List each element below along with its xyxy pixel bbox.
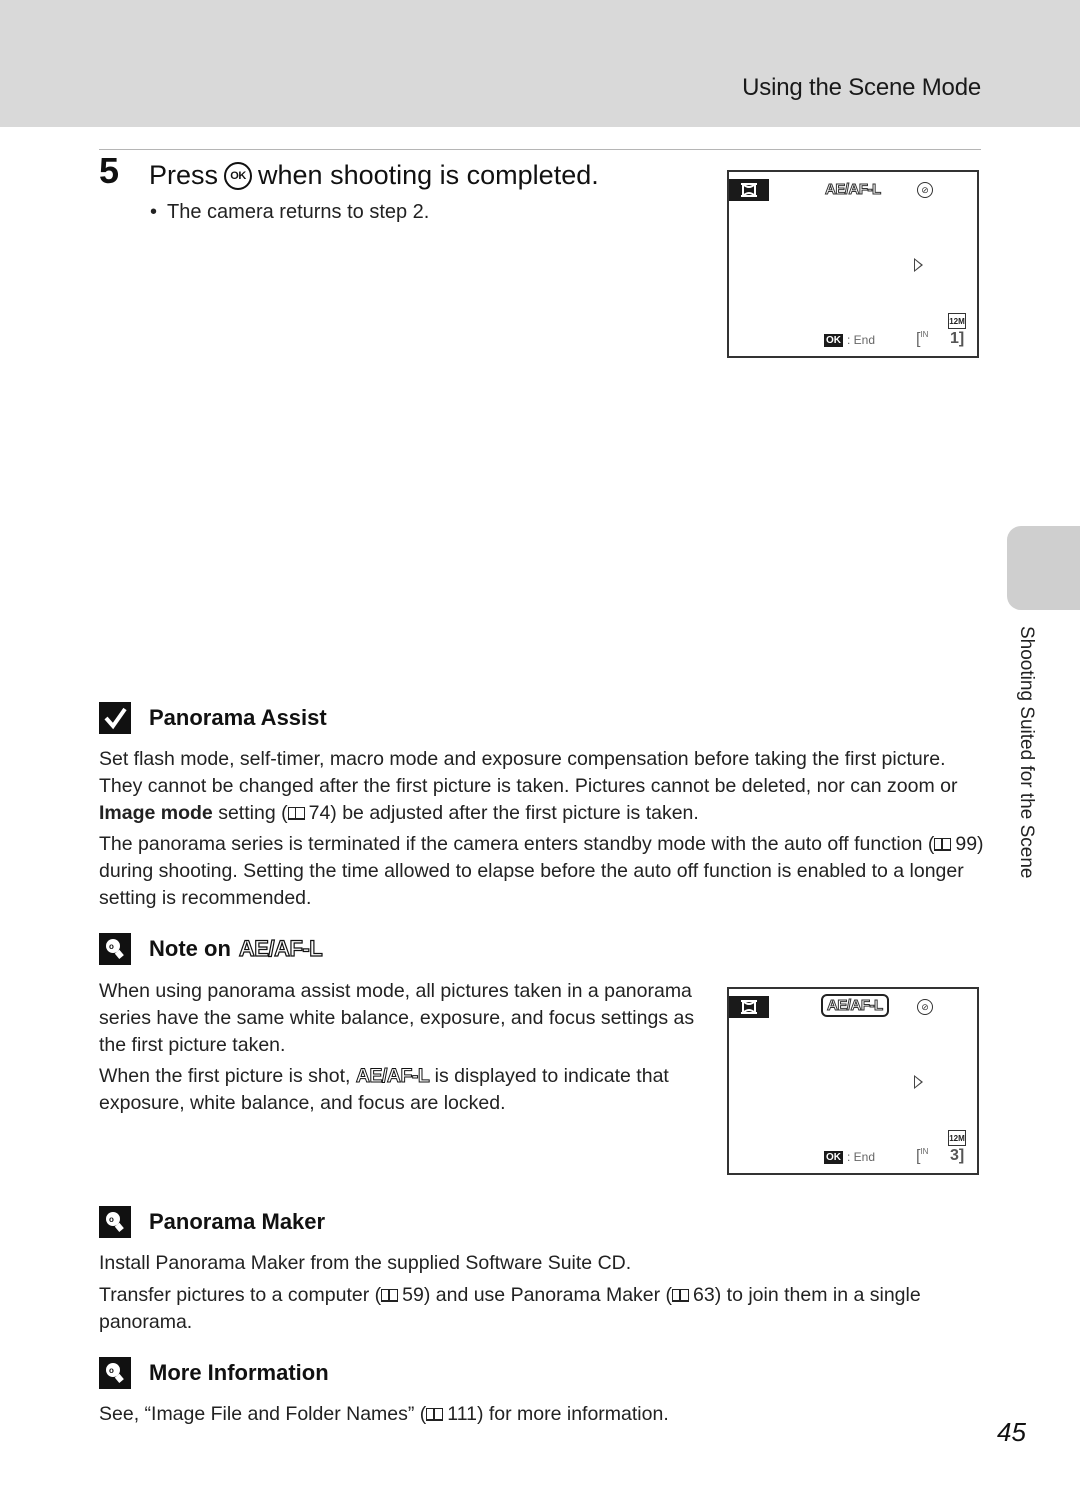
panorama-assist-para-2: The panorama series is terminated if the… bbox=[99, 833, 984, 909]
note-aeaf-heading: o Note on AE/AF-L bbox=[99, 933, 323, 965]
ok-end-hint: OK : End bbox=[824, 1150, 875, 1164]
book-reference-icon bbox=[381, 1289, 399, 1302]
step-bullet: • The camera returns to step 2. bbox=[150, 201, 429, 224]
panorama-assist-para-1: Set flash mode, self-timer, macro mode a… bbox=[99, 748, 958, 824]
panorama-assist-heading: Panorama Assist bbox=[99, 702, 327, 734]
ae-af-lock-indicator: AE/AF-L bbox=[825, 181, 882, 199]
chapter-tab bbox=[1007, 526, 1080, 610]
panorama-maker-para-2: Transfer pictures to a computer (59) and… bbox=[99, 1284, 921, 1333]
end-label: : End bbox=[847, 1150, 876, 1164]
more-info-para: See, “Image File and Folder Names” (111)… bbox=[99, 1403, 669, 1425]
image-size-icon: 12M bbox=[948, 313, 966, 329]
camera-screen-2: AE/AF-L ⊘ 12M OK : End [IN 3] bbox=[727, 987, 979, 1175]
header-band: Using the Scene Mode bbox=[0, 0, 1080, 127]
ae-af-lock-symbol: AE/AF-L bbox=[238, 935, 323, 961]
ok-icon: OK bbox=[824, 333, 843, 347]
section-title: Using the Scene Mode bbox=[742, 74, 981, 101]
image-size-icon: 12M bbox=[948, 1130, 966, 1146]
internal-memory-icon: [IN bbox=[916, 1147, 929, 1165]
exposure-count: 3] bbox=[950, 1147, 965, 1164]
internal-memory-icon: [IN bbox=[916, 330, 929, 348]
lightbulb-icon: o bbox=[99, 1357, 131, 1389]
image-mode-bold: Image mode bbox=[99, 802, 213, 824]
panorama-maker-para-1: Install Panorama Maker from the supplied… bbox=[99, 1252, 632, 1274]
panorama-mode-icon bbox=[729, 179, 769, 201]
ae-af-lock-indicator: AE/AF-L bbox=[821, 994, 889, 1017]
end-label: : End bbox=[847, 333, 876, 347]
ok-end-hint: OK : End bbox=[824, 333, 875, 347]
ok-icon: OK bbox=[824, 1150, 843, 1164]
book-reference-icon bbox=[426, 1408, 444, 1421]
chapter-label: Shooting Suited for the Scene bbox=[1016, 626, 1037, 879]
svg-text:o: o bbox=[109, 942, 114, 951]
page-number: 45 bbox=[997, 1417, 1026, 1447]
panorama-mode-icon bbox=[729, 996, 769, 1018]
step-number: 5 bbox=[99, 150, 120, 191]
note-aeaf-para-2: When the first picture is shot, AE/AF-L … bbox=[99, 1065, 669, 1115]
divider bbox=[99, 149, 981, 150]
note-aeaf-title: Note on bbox=[149, 936, 231, 961]
ae-af-lock-symbol: AE/AF-L bbox=[355, 1065, 430, 1088]
svg-text:o: o bbox=[109, 1215, 114, 1224]
panorama-assist-title: Panorama Assist bbox=[149, 705, 327, 730]
book-reference-icon bbox=[934, 838, 952, 851]
more-info-title: More Information bbox=[149, 1360, 329, 1385]
bullet-icon: • bbox=[150, 201, 158, 223]
exposure-count: 1] bbox=[950, 330, 965, 347]
ok-button-icon: OK bbox=[224, 161, 253, 190]
checkmark-icon bbox=[99, 702, 131, 734]
panorama-maker-title: Panorama Maker bbox=[149, 1209, 326, 1234]
pan-direction-arrow-icon bbox=[914, 258, 923, 272]
step-title: Press OK when shooting is completed. bbox=[149, 160, 599, 191]
pan-direction-arrow-icon bbox=[914, 1075, 923, 1089]
panorama-maker-heading: o Panorama Maker bbox=[99, 1206, 325, 1238]
step-title-before: Press bbox=[149, 160, 219, 190]
svg-text:o: o bbox=[109, 1366, 114, 1375]
note-aeaf-para-1: When using panorama assist mode, all pic… bbox=[99, 980, 695, 1056]
lightbulb-icon: o bbox=[99, 933, 131, 965]
camera-screen-1: AE/AF-L ⊘ 12M OK : End [IN 1] bbox=[727, 170, 979, 358]
step-title-after: when shooting is completed. bbox=[258, 160, 599, 190]
book-reference-icon bbox=[287, 807, 305, 820]
flash-off-icon: ⊘ bbox=[917, 999, 933, 1015]
book-reference-icon bbox=[672, 1289, 690, 1302]
flash-off-icon: ⊘ bbox=[917, 182, 933, 198]
more-info-heading: o More Information bbox=[99, 1357, 329, 1389]
lightbulb-icon: o bbox=[99, 1206, 131, 1238]
bullet-text: The camera returns to step 2. bbox=[167, 201, 430, 223]
